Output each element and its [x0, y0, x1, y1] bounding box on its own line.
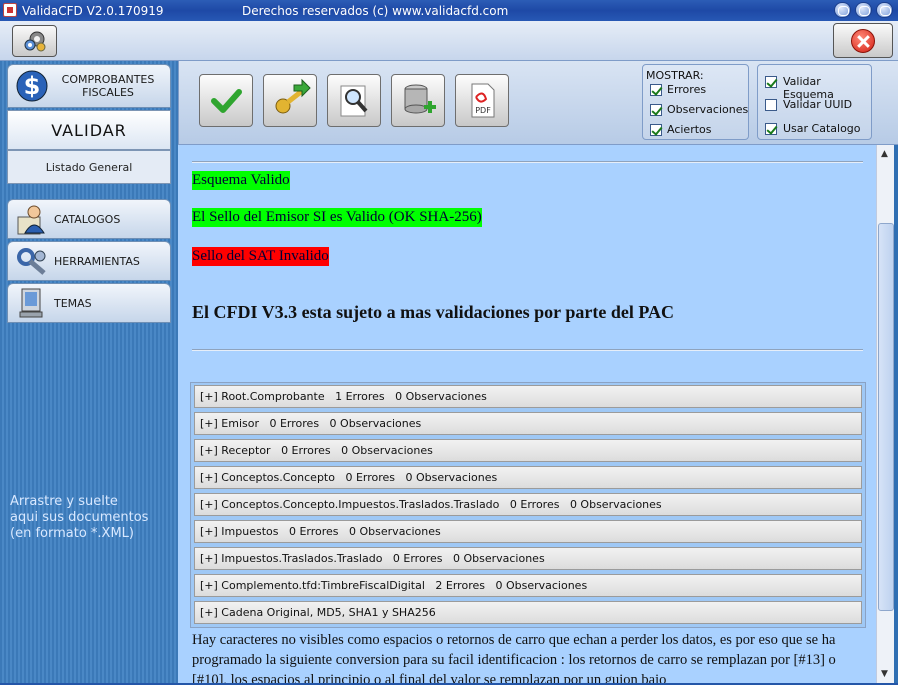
section-row-cadena-original[interactable]: [+] Cadena Original, MD5, SHA1 y SHA256 [194, 601, 862, 624]
user-card-icon [17, 205, 45, 235]
drop-zone-hint[interactable]: Arrastre y suelte aqui sus documentos (e… [10, 494, 175, 542]
search-icon [340, 85, 368, 117]
window-title: ValidaCFD V2.0.170919 [22, 4, 164, 18]
divider [192, 349, 863, 351]
conversion-note: Hay caracteres no visibles como espacios… [192, 632, 836, 683]
section-row-concepto-traslado[interactable]: [+] Conceptos.Concepto.Impuestos.Traslad… [194, 493, 862, 516]
minimize-button[interactable] [834, 2, 851, 18]
svg-text:$: $ [24, 72, 41, 100]
section-row-receptor[interactable]: [+] Receptor 0 Errores 0 Observaciones [194, 439, 862, 462]
sidebar-item-label: CATALOGOS [54, 213, 121, 226]
database-add-icon [404, 84, 436, 114]
sello-sat-status: Sello del SAT Invalido [192, 247, 329, 266]
sello-emisor-status: El Sello del Emisor SI es Valido (OK SHA… [192, 208, 482, 227]
usar-catalogo-checkbox[interactable] [765, 123, 777, 135]
section-row-root-comprobante[interactable]: [+] Root.Comprobante 1 Errores 0 Observa… [194, 385, 862, 408]
gears-icon [24, 31, 46, 52]
pac-notice-heading: El CFDI V3.3 esta sujeto a mas validacio… [192, 302, 674, 322]
vertical-scrollbar[interactable]: ▲ ▼ [876, 145, 894, 683]
sections-list: [+] Root.Comprobante 1 Errores 0 Observa… [190, 382, 866, 628]
window-close-button[interactable] [876, 2, 893, 18]
validation-options-group: Validar Esquema Validar UUID Usar Catalo… [757, 64, 872, 140]
section-row-impuestos[interactable]: [+] Impuestos 0 Errores 0 Observaciones [194, 520, 862, 543]
divider [192, 161, 863, 163]
sidebar-item-herramientas[interactable]: HERRAMIENTAS [7, 241, 171, 281]
scroll-up-icon[interactable]: ▲ [881, 149, 888, 159]
app-close-button[interactable] [833, 23, 893, 58]
sidebar-item-label: TEMAS [54, 297, 92, 310]
scroll-down-icon[interactable]: ▼ [881, 669, 888, 679]
database-button[interactable] [391, 74, 445, 127]
listado-general-link[interactable]: Listado General [7, 150, 171, 184]
settings-button[interactable] [12, 25, 57, 57]
section-row-emisor[interactable]: [+] Emisor 0 Errores 0 Observaciones [194, 412, 862, 435]
search-button[interactable] [327, 74, 381, 127]
app-icon[interactable] [3, 3, 17, 17]
section-row-timbre-fiscal[interactable]: [+] Complemento.tfd:TimbreFiscalDigital … [194, 574, 862, 597]
usar-catalogo-label: Usar Catalogo [783, 122, 861, 135]
pdf-icon: PDF [471, 83, 495, 118]
section-row-conceptos[interactable]: [+] Conceptos.Concepto 0 Errores 0 Obser… [194, 466, 862, 489]
tools-icon [17, 248, 46, 275]
sidebar-item-catalogos[interactable]: CATALOGOS [7, 199, 171, 239]
sidebar-item-temas[interactable]: TEMAS [7, 283, 171, 323]
dollar-icon: $ [16, 70, 48, 102]
sidebar-item-comprobantes[interactable]: $ COMPROBANTES FISCALES [7, 64, 171, 108]
section-row-impuestos-traslado[interactable]: [+] Impuestos.Traslados.Traslado 0 Error… [194, 547, 862, 570]
esquema-status: Esquema Valido [192, 171, 290, 190]
import-key-button[interactable] [263, 74, 317, 127]
sidebar-item-label: HERRAMIENTAS [54, 255, 140, 268]
monitor-icon [19, 288, 43, 318]
aciertos-label: Aciertos [667, 123, 712, 136]
validar-uuid-label: Validar UUID [783, 98, 853, 111]
maximize-button[interactable] [855, 2, 872, 18]
validar-esquema-checkbox[interactable] [765, 76, 777, 88]
validar-button[interactable]: VALIDAR [7, 110, 171, 150]
aciertos-checkbox[interactable] [650, 124, 662, 136]
validate-button[interactable] [199, 74, 253, 127]
key-import-icon [275, 78, 311, 114]
title-bar[interactable]: ValidaCFD V2.0.170919 Derechos reservado… [0, 0, 898, 21]
sidebar-item-label: COMPROBANTES FISCALES [61, 73, 155, 99]
errores-label: Errores [667, 83, 707, 96]
mostrar-group: MOSTRAR: Errores Observaciones Aciertos [642, 64, 749, 140]
validar-uuid-checkbox[interactable] [765, 99, 777, 111]
window-subtitle: Derechos reservados (c) www.validacfd.co… [242, 4, 509, 18]
mostrar-title: MOSTRAR: [646, 69, 704, 82]
observaciones-label: Observaciones [667, 103, 749, 116]
top-toolbar [0, 21, 898, 61]
check-icon [211, 89, 242, 113]
errores-checkbox[interactable] [650, 84, 662, 96]
pdf-button[interactable]: PDF [455, 74, 509, 127]
close-icon [851, 29, 875, 53]
pdf-label: PDF [475, 106, 491, 115]
application-window: ValidaCFD V2.0.170919 Derechos reservado… [0, 0, 898, 685]
observaciones-checkbox[interactable] [650, 104, 662, 116]
results-panel: Esquema Valido El Sello del Emisor SI es… [178, 145, 876, 683]
scroll-thumb[interactable] [878, 223, 894, 611]
